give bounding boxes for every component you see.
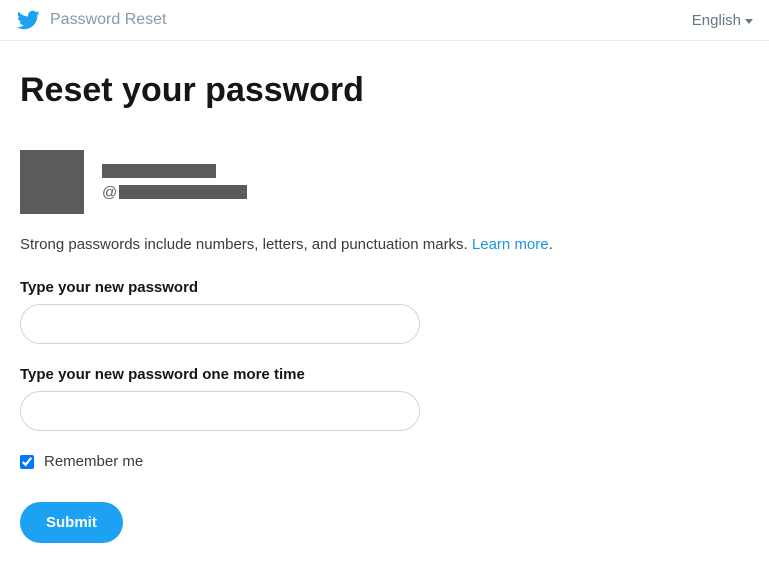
- learn-more-link[interactable]: Learn more: [472, 236, 549, 253]
- main-container: Reset your password @ Strong passwords i…: [0, 41, 740, 563]
- page-title: Password Reset: [50, 11, 167, 29]
- remember-label: Remember me: [44, 453, 143, 470]
- language-label: English: [692, 12, 741, 29]
- topbar-left: Password Reset: [16, 8, 167, 32]
- user-block: @: [20, 150, 720, 214]
- twitter-bird-icon: [16, 8, 40, 32]
- handle-row: @: [102, 184, 247, 201]
- new-password-label: Type your new password: [20, 279, 720, 296]
- redacted-name: [102, 164, 216, 178]
- remember-checkbox[interactable]: [20, 455, 34, 469]
- remember-row: Remember me: [20, 453, 720, 470]
- language-selector[interactable]: English: [692, 12, 753, 29]
- help-text-suffix: .: [549, 236, 553, 253]
- redacted-handle: [119, 185, 247, 199]
- help-text-body: Strong passwords include numbers, letter…: [20, 236, 472, 253]
- help-text: Strong passwords include numbers, letter…: [20, 236, 720, 253]
- topbar: Password Reset English: [0, 0, 769, 41]
- confirm-password-input[interactable]: [20, 391, 420, 431]
- user-info: @: [102, 164, 247, 201]
- confirm-password-label: Type your new password one more time: [20, 366, 720, 383]
- avatar: [20, 150, 84, 214]
- chevron-down-icon: [745, 19, 753, 24]
- handle-prefix: @: [102, 184, 117, 201]
- submit-button[interactable]: Submit: [20, 502, 123, 543]
- heading: Reset your password: [20, 71, 720, 110]
- new-password-input[interactable]: [20, 304, 420, 344]
